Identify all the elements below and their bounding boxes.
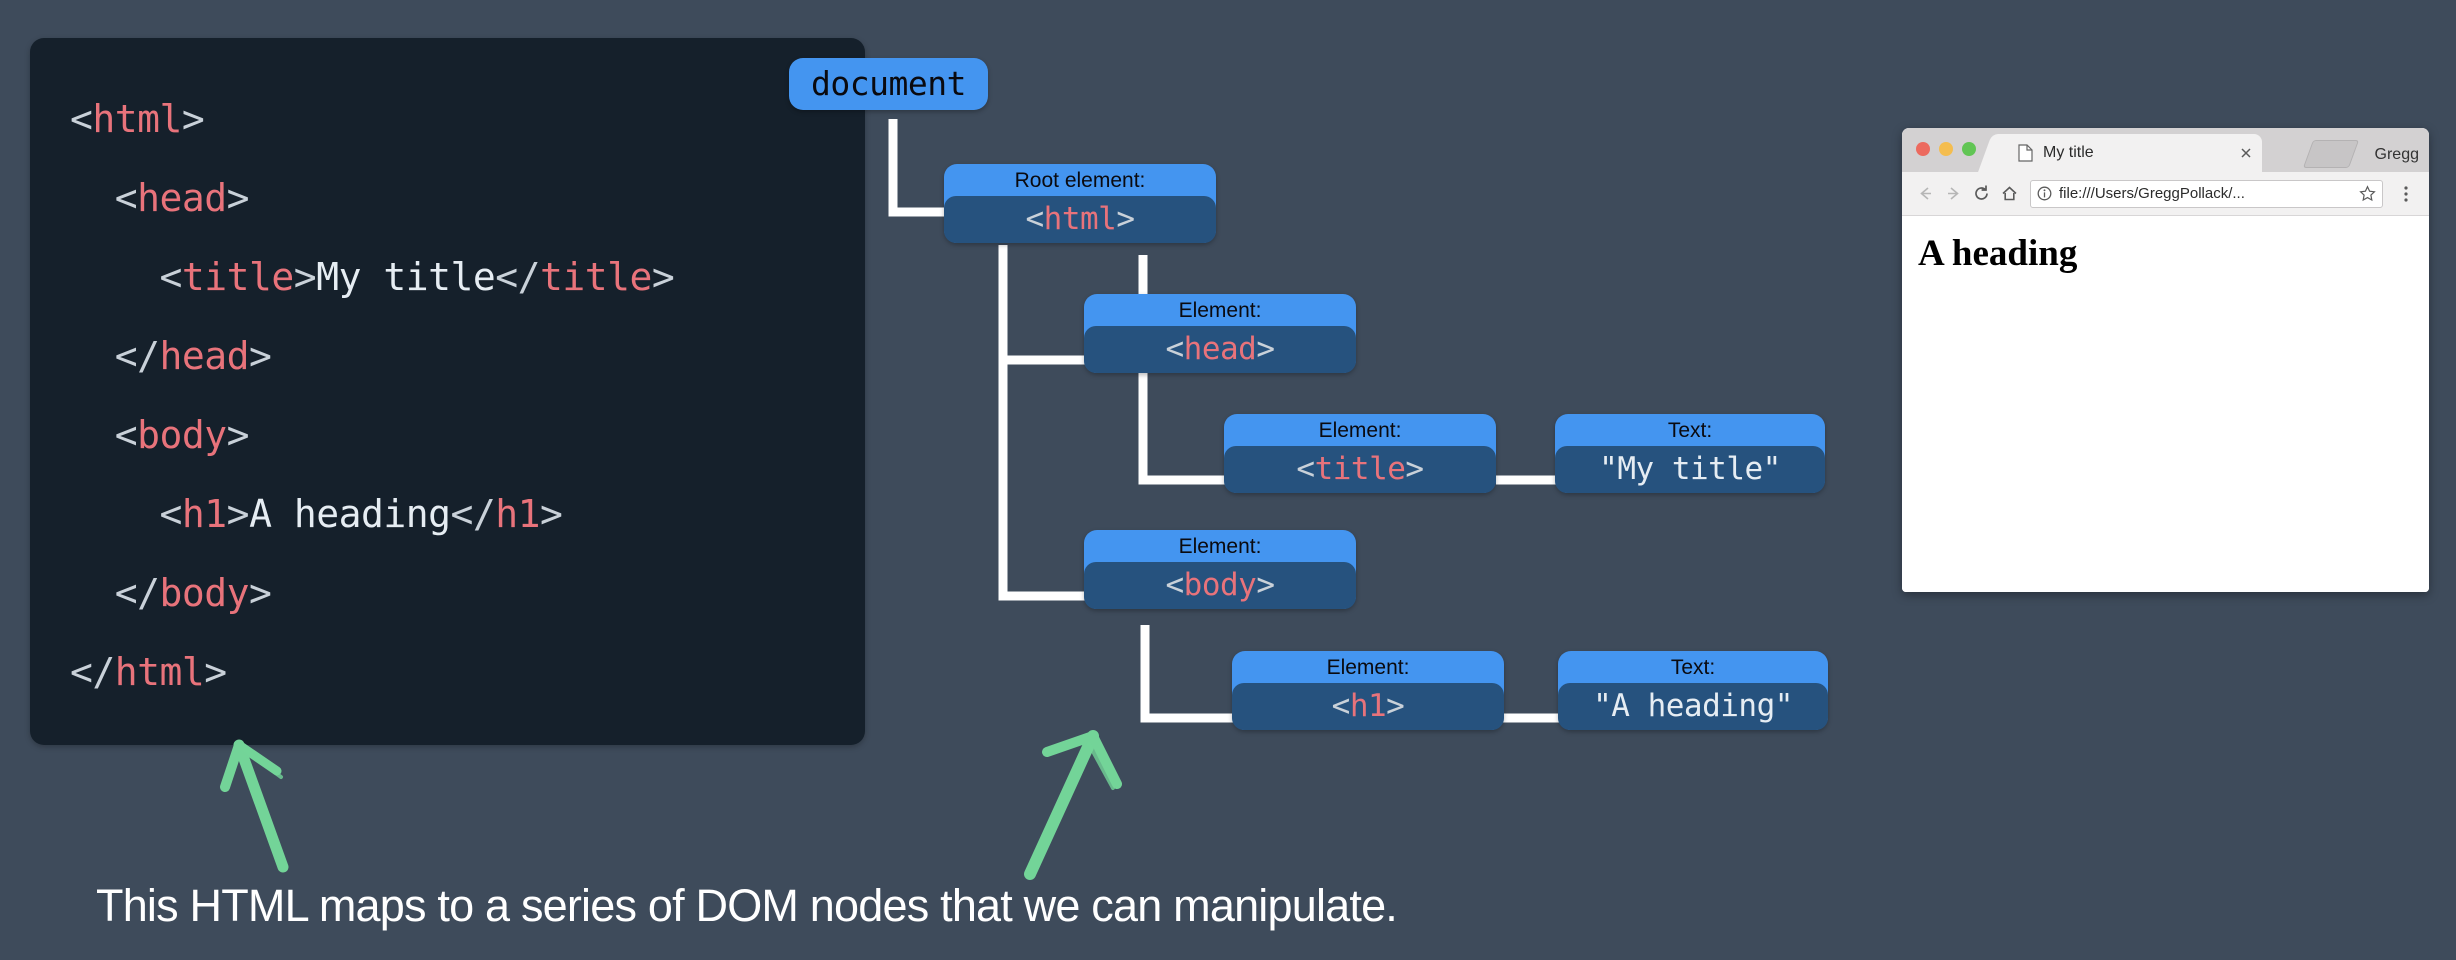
page-heading: A heading [1918,233,2078,274]
browser-toolbar: file:///Users/GreggPollack/... [1902,172,2429,216]
back-arrow-icon[interactable] [1912,181,1938,207]
tree-node-body[interactable]: Element: <body> [1084,530,1356,609]
code-line: </html> [70,650,227,694]
green-arrow-up-left-icon [220,739,289,873]
tree-node-title-text[interactable]: Text: "My title" [1555,414,1825,493]
address-bar[interactable]: file:///Users/GreggPollack/... [2030,179,2383,208]
tree-node-head-label: Element: [1178,299,1262,322]
code-line: <body> [114,413,250,457]
code-line: </head> [114,334,272,378]
close-window-button[interactable] [1916,142,1930,156]
tree-node-h1-text-label: Text: [1670,656,1716,679]
browser-page-viewport: A heading [1902,216,2429,592]
info-circle-icon[interactable] [2037,186,2052,201]
window-traffic-lights [1916,142,1976,156]
tree-node-head[interactable]: Element: <head> [1084,294,1356,373]
tree-node-head-code: <head> [1084,326,1356,373]
reload-icon[interactable] [1968,181,1994,207]
browser-tab-active[interactable]: My title [1998,134,2262,172]
tree-node-title-text-label: Text: [1667,419,1713,442]
code-line: <title>My title</title> [159,255,675,299]
tree-node-title-text-code: "My title" [1555,446,1825,493]
code-line: </body> [114,571,272,615]
three-dot-menu-icon[interactable] [2393,181,2419,207]
tree-node-html-code: <html> [944,196,1216,243]
address-bar-url: file:///Users/GreggPollack/... [2059,185,2245,202]
tree-node-h1[interactable]: Element: <h1> [1232,651,1504,730]
tree-node-html-label: Root element: [1014,169,1146,192]
tree-node-document-label: document [811,64,966,103]
tree-node-title[interactable]: Element: <title> [1224,414,1496,493]
green-arrow-up-icon [1024,730,1122,880]
browser-window: My title Gregg file:///Users/GreggPollac… [1902,128,2429,592]
html-source-code-panel: <html> <head> <title>My title</title> </… [30,38,865,745]
tree-node-h1-label: Element: [1326,656,1410,679]
browser-tab-inactive[interactable] [2302,140,2360,168]
tree-node-title-code: <title> [1224,446,1496,493]
caption-text: This HTML maps to a series of DOM nodes … [96,880,1398,931]
code-line: <html> [70,97,205,141]
tree-node-document[interactable]: document [789,58,988,110]
tree-node-body-code: <body> [1084,562,1356,609]
home-icon[interactable] [1996,181,2022,207]
browser-tab-title: My title [2043,144,2094,161]
star-icon[interactable] [2359,185,2376,202]
code-line: <h1>A heading</h1> [159,492,563,536]
zoom-window-button[interactable] [1962,142,1976,156]
forward-arrow-icon[interactable] [1940,181,1966,207]
tree-node-html[interactable]: Root element: <html> [944,164,1216,243]
tree-node-h1-text[interactable]: Text: "A heading" [1558,651,1828,730]
tree-node-h1-text-code: "A heading" [1558,683,1828,730]
code-line: <head> [114,176,250,220]
browser-tab-strip: My title Gregg [1902,128,2429,172]
page-icon [2018,144,2033,162]
tree-node-body-label: Element: [1178,535,1262,558]
close-icon[interactable] [2238,145,2254,161]
minimize-window-button[interactable] [1939,142,1953,156]
tree-node-h1-code: <h1> [1232,683,1504,730]
tree-node-title-label: Element: [1318,419,1402,442]
code-lines: <html> <head> <title>My title</title> </… [70,80,865,712]
profile-name-label[interactable]: Gregg [2375,146,2419,164]
